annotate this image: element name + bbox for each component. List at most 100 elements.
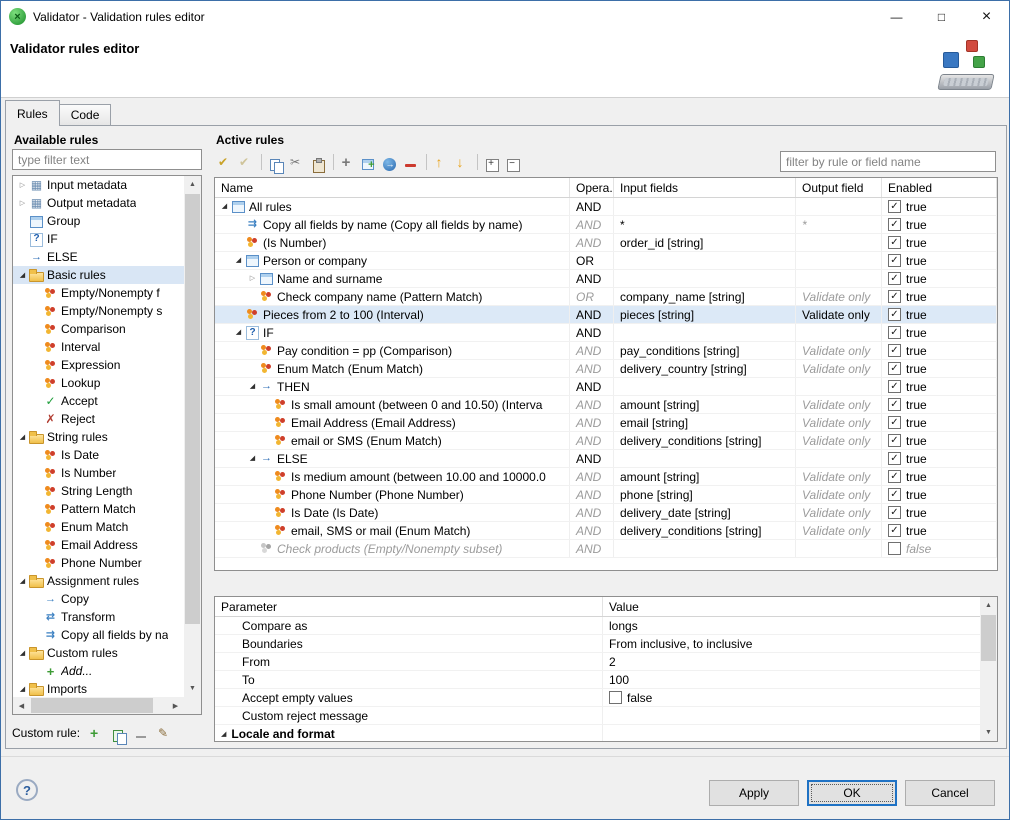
parameter-checkbox[interactable]: [609, 691, 622, 704]
rule-row[interactable]: Is medium amount (between 10.00 and 1000…: [215, 468, 997, 486]
rule-enabled-checkbox[interactable]: ✓: [888, 254, 901, 267]
tree-item[interactable]: ◢Imports: [13, 680, 184, 697]
rule-row[interactable]: Enum Match (Enum Match)ANDdelivery_count…: [215, 360, 997, 378]
scroll-up-icon[interactable]: ▲: [980, 597, 997, 614]
rule-row[interactable]: Check products (Empty/Nonempty subset)AN…: [215, 540, 997, 558]
parameter-row[interactable]: Compare aslongs: [215, 617, 997, 635]
move-down-button[interactable]: [452, 153, 471, 172]
rule-enabled-checkbox[interactable]: ✓: [888, 398, 901, 411]
rule-enabled-checkbox[interactable]: ✓: [888, 416, 901, 429]
rule-row[interactable]: ◢IFAND✓true: [215, 324, 997, 342]
tree-item[interactable]: ELSE: [13, 248, 184, 266]
rule-wizard-button[interactable]: [380, 153, 399, 172]
tree-item[interactable]: ◢Custom rules: [13, 644, 184, 662]
remove-rule-button[interactable]: [401, 153, 420, 172]
row-expander-icon[interactable]: ◢: [246, 455, 259, 462]
rule-enabled-checkbox[interactable]: ✓: [888, 380, 901, 393]
tab-rules[interactable]: Rules: [5, 100, 60, 126]
minimize-button[interactable]: —: [874, 1, 919, 32]
rule-enabled-checkbox[interactable]: ✓: [888, 452, 901, 465]
tree-item[interactable]: Group: [13, 212, 184, 230]
tree-item[interactable]: String Length: [13, 482, 184, 500]
rule-enabled-checkbox[interactable]: ✓: [888, 200, 901, 213]
parameter-row[interactable]: ◢Locale and format: [215, 725, 997, 742]
tree-item[interactable]: Interval: [13, 338, 184, 356]
tree-item[interactable]: Expression: [13, 356, 184, 374]
parameter-row[interactable]: To100: [215, 671, 997, 689]
expand-all-button[interactable]: [482, 153, 501, 172]
tree-item[interactable]: ◢Basic rules: [13, 266, 184, 284]
column-header[interactable]: Opera...: [570, 178, 614, 197]
parameter-row[interactable]: BoundariesFrom inclusive, to inclusive: [215, 635, 997, 653]
row-expander-icon[interactable]: ◢: [218, 203, 231, 210]
column-header-value[interactable]: Value: [603, 597, 997, 616]
tree-expander-icon[interactable]: ▷: [16, 200, 29, 207]
tree-item[interactable]: ▷Output metadata: [13, 194, 184, 212]
add-custom-rule-button[interactable]: [86, 724, 105, 743]
tree-item[interactable]: ◢Assignment rules: [13, 572, 184, 590]
rule-row[interactable]: email or SMS (Enum Match)ANDdelivery_con…: [215, 432, 997, 450]
move-up-button[interactable]: [431, 153, 450, 172]
maximize-button[interactable]: □: [919, 1, 964, 32]
section-expander-icon[interactable]: ◢: [221, 730, 226, 738]
apply-button[interactable]: Apply: [709, 780, 799, 806]
params-vscroll-thumb[interactable]: [981, 615, 996, 661]
parameter-row[interactable]: From2: [215, 653, 997, 671]
rule-enabled-checkbox[interactable]: ✓: [888, 362, 901, 375]
parameter-row[interactable]: Accept empty valuesfalse: [215, 689, 997, 707]
tree-hscroll-thumb[interactable]: [31, 698, 153, 713]
column-header[interactable]: Name: [215, 178, 570, 197]
rule-enabled-checkbox[interactable]: ✓: [888, 326, 901, 339]
tree-item[interactable]: Email Address: [13, 536, 184, 554]
tree-expander-icon[interactable]: ◢: [16, 650, 29, 657]
edit-custom-rule-button[interactable]: [155, 724, 174, 743]
available-rules-filter-input[interactable]: [12, 149, 202, 170]
tree-item[interactable]: Transform: [13, 608, 184, 626]
rule-enabled-checkbox[interactable]: ✓: [888, 470, 901, 483]
enable-rule-button[interactable]: [215, 153, 234, 172]
rule-row[interactable]: Is small amount (between 0 and 10.50) (I…: [215, 396, 997, 414]
tree-item[interactable]: Reject: [13, 410, 184, 428]
tree-item[interactable]: Accept: [13, 392, 184, 410]
row-expander-icon[interactable]: ▷: [246, 275, 259, 282]
rule-row[interactable]: Phone Number (Phone Number)ANDphone [str…: [215, 486, 997, 504]
rule-enabled-checkbox[interactable]: ✓: [888, 272, 901, 285]
rule-enabled-checkbox[interactable]: ✓: [888, 218, 901, 231]
tree-item[interactable]: Is Number: [13, 464, 184, 482]
tree-expander-icon[interactable]: ◢: [16, 686, 29, 693]
tree-item[interactable]: IF: [13, 230, 184, 248]
tree-item[interactable]: Copy: [13, 590, 184, 608]
tree-horizontal-scrollbar[interactable]: ◀ ▶: [13, 697, 184, 714]
tree-item[interactable]: Empty/Nonempty s: [13, 302, 184, 320]
rule-row[interactable]: ◢Person or companyOR✓true: [215, 252, 997, 270]
rule-row[interactable]: Is Date (Is Date)ANDdelivery_date [strin…: [215, 504, 997, 522]
tree-item[interactable]: Empty/Nonempty f: [13, 284, 184, 302]
rule-row[interactable]: ◢THENAND✓true: [215, 378, 997, 396]
ok-button[interactable]: OK: [807, 780, 897, 806]
row-expander-icon[interactable]: ◢: [232, 257, 245, 264]
scroll-down-icon[interactable]: ▼: [184, 680, 201, 697]
rule-row[interactable]: ◢ELSEAND✓true: [215, 450, 997, 468]
rule-enabled-checkbox[interactable]: ✓: [888, 344, 901, 357]
rule-row[interactable]: ▷Name and surnameAND✓true: [215, 270, 997, 288]
tree-expander-icon[interactable]: ◢: [16, 578, 29, 585]
row-expander-icon[interactable]: ◢: [246, 383, 259, 390]
scroll-down-icon[interactable]: ▼: [980, 724, 997, 741]
scroll-left-icon[interactable]: ◀: [13, 697, 30, 714]
scroll-up-icon[interactable]: ▲: [184, 176, 201, 193]
active-rules-filter-input[interactable]: [780, 151, 996, 172]
tree-expander-icon[interactable]: ◢: [16, 272, 29, 279]
add-rule-button[interactable]: [338, 153, 357, 172]
copy-rule-button[interactable]: [266, 153, 285, 172]
rule-row[interactable]: Pay condition = pp (Comparison)ANDpay_co…: [215, 342, 997, 360]
tree-expander-icon[interactable]: ◢: [16, 434, 29, 441]
rule-enabled-checkbox[interactable]: ✓: [888, 236, 901, 249]
cancel-button[interactable]: Cancel: [905, 780, 995, 806]
tree-item[interactable]: Enum Match: [13, 518, 184, 536]
tab-code[interactable]: Code: [59, 104, 112, 126]
rule-row[interactable]: Check company name (Pattern Match)ORcomp…: [215, 288, 997, 306]
rule-enabled-checkbox[interactable]: ✓: [888, 434, 901, 447]
help-button[interactable]: ?: [16, 779, 38, 801]
add-group-button[interactable]: [359, 153, 378, 172]
tree-item[interactable]: Lookup: [13, 374, 184, 392]
